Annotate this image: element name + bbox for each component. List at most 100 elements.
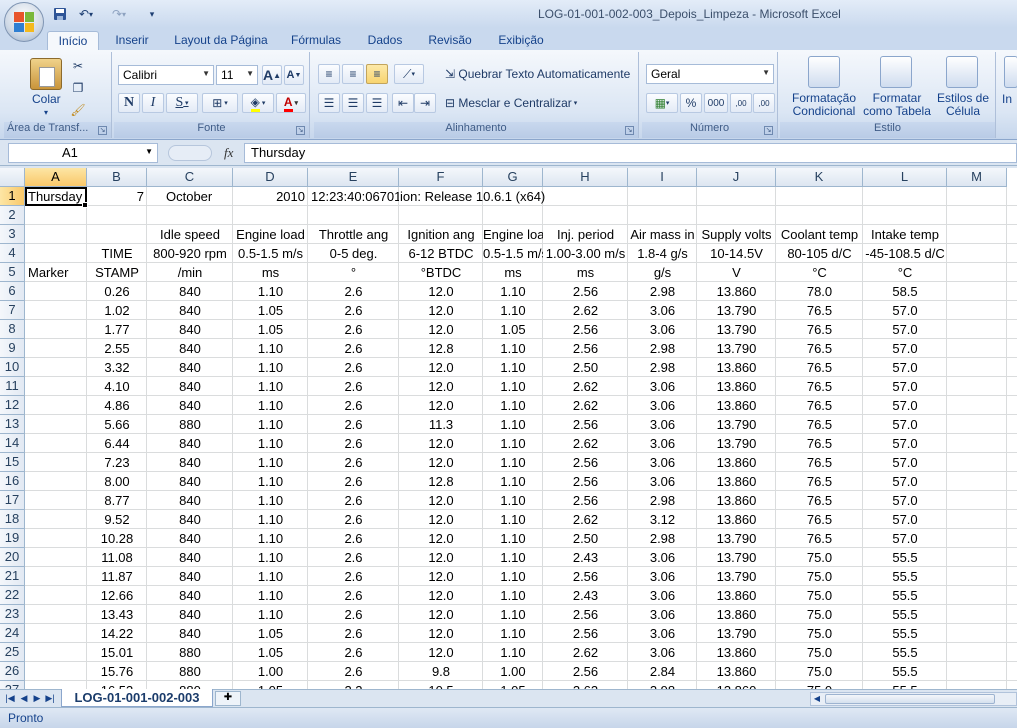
data-cell[interactable]: 1.05 — [233, 320, 308, 339]
cut-icon[interactable]: ✂ — [68, 56, 88, 76]
data-cell[interactable]: 6.44 — [87, 434, 147, 453]
data-cell[interactable]: 55.5 — [863, 548, 947, 567]
data-cell[interactable]: 55.5 — [863, 624, 947, 643]
data-cell[interactable]: 9.8 — [399, 662, 483, 681]
data-cell[interactable]: 12.0 — [399, 453, 483, 472]
data-cell[interactable]: 2.62 — [543, 681, 628, 689]
insert-button[interactable]: In — [1002, 92, 1012, 106]
data-cell[interactable]: 1.02 — [87, 301, 147, 320]
header-cell-a5[interactable]: Marker — [25, 263, 87, 282]
data-cell[interactable]: 1.10 — [233, 510, 308, 529]
data-cell[interactable]: 1.10 — [233, 472, 308, 491]
header-cell-e5[interactable]: ° — [308, 263, 399, 282]
data-cell[interactable]: 3.06 — [628, 567, 697, 586]
row-header-1[interactable]: 1 — [0, 187, 25, 206]
formula-input[interactable]: Thursday — [244, 143, 1017, 163]
tab-layout-da-pagina[interactable]: Layout da Página — [168, 31, 274, 50]
tab-inicio[interactable]: Início — [47, 31, 99, 50]
data-cell[interactable]: 9.52 — [87, 510, 147, 529]
data-cell[interactable]: 57.0 — [863, 510, 947, 529]
data-cell[interactable]: 1.05 — [233, 681, 308, 689]
data-cell[interactable]: 1.10 — [483, 586, 543, 605]
data-cell[interactable]: 57.0 — [863, 491, 947, 510]
data-cell[interactable]: 1.10 — [483, 282, 543, 301]
data-cell[interactable]: 10.5 — [399, 681, 483, 689]
data-cell[interactable]: 1.10 — [233, 282, 308, 301]
row-header-2[interactable]: 2 — [0, 206, 25, 225]
data-cell[interactable]: 1.00 — [483, 662, 543, 681]
insert-icon[interactable] — [1004, 56, 1017, 88]
data-cell[interactable]: 11.3 — [399, 415, 483, 434]
row-header-7[interactable]: 7 — [0, 301, 25, 320]
shrink-font-button[interactable]: A ▼ — [284, 65, 304, 85]
header-cell-d4[interactable]: 0.5-1.5 m/s — [233, 244, 308, 263]
data-cell[interactable]: 13.790 — [697, 434, 776, 453]
data-cell[interactable]: 13.43 — [87, 605, 147, 624]
data-cell[interactable]: 1.10 — [483, 529, 543, 548]
data-cell[interactable]: 57.0 — [863, 396, 947, 415]
align-middle-icon[interactable]: ≡ — [342, 64, 364, 84]
data-cell[interactable]: 8.00 — [87, 472, 147, 491]
formula-expand-handle[interactable] — [168, 145, 212, 161]
data-cell[interactable]: 13.860 — [697, 643, 776, 662]
data-cell[interactable]: 1.10 — [483, 453, 543, 472]
data-cell[interactable]: 57.0 — [863, 339, 947, 358]
data-cell[interactable]: 76.5 — [776, 339, 863, 358]
cell-styles-button[interactable]: Estilos de Célula — [932, 92, 994, 118]
data-cell[interactable]: 12.0 — [399, 491, 483, 510]
data-cell[interactable]: 1.05 — [233, 643, 308, 662]
data-cell[interactable]: 4.10 — [87, 377, 147, 396]
data-cell[interactable]: 55.5 — [863, 662, 947, 681]
format-painter-icon[interactable]: 🖌 — [68, 100, 88, 120]
data-cell[interactable]: 2.98 — [628, 282, 697, 301]
data-cell[interactable]: 76.5 — [776, 491, 863, 510]
data-cell[interactable]: 2.6 — [308, 301, 399, 320]
header-cell-j5[interactable]: V — [697, 263, 776, 282]
data-cell[interactable]: 13.790 — [697, 339, 776, 358]
header-cell-j4[interactable]: 10-14.5V — [697, 244, 776, 263]
data-cell[interactable]: 4.86 — [87, 396, 147, 415]
tab-dados[interactable]: Dados — [362, 31, 408, 50]
data-cell[interactable]: 2.50 — [543, 529, 628, 548]
data-cell[interactable]: 1.77 — [87, 320, 147, 339]
data-cell[interactable]: 76.5 — [776, 358, 863, 377]
header-cell-i3[interactable]: Air mass in — [628, 225, 697, 244]
data-cell[interactable]: 11.08 — [87, 548, 147, 567]
header-cell-b4[interactable]: TIME — [87, 244, 147, 263]
data-cell[interactable]: 2.56 — [543, 472, 628, 491]
row-header-24[interactable]: 24 — [0, 624, 25, 643]
header-cell-e3[interactable]: Throttle ang — [308, 225, 399, 244]
header-cell-k3[interactable]: Coolant temp — [776, 225, 863, 244]
data-cell[interactable]: 75.0 — [776, 643, 863, 662]
data-cell[interactable]: 2.62 — [543, 301, 628, 320]
data-cell[interactable]: 13.860 — [697, 396, 776, 415]
grow-font-button[interactable]: A ▲ — [262, 65, 282, 85]
data-cell[interactable]: 13.790 — [697, 415, 776, 434]
decrease-indent-icon[interactable]: ⇤ — [392, 93, 414, 113]
data-cell[interactable]: 840 — [147, 548, 233, 567]
data-cell[interactable]: 1.10 — [483, 567, 543, 586]
data-cell[interactable]: 12.0 — [399, 586, 483, 605]
header-cell-d5[interactable]: ms — [233, 263, 308, 282]
data-cell[interactable]: 840 — [147, 491, 233, 510]
number-format-combo[interactable]: Geral ▼ — [646, 64, 774, 84]
data-cell[interactable]: 3.06 — [628, 377, 697, 396]
align-center-icon[interactable]: ☰ — [342, 93, 364, 113]
data-cell[interactable]: 2.62 — [543, 434, 628, 453]
data-cell[interactable]: 1.05 — [233, 624, 308, 643]
data-cell[interactable]: 12.0 — [399, 567, 483, 586]
header-cell-f4[interactable]: 6-12 BTDC — [399, 244, 483, 263]
data-cell[interactable]: 840 — [147, 339, 233, 358]
data-cell[interactable]: 76.5 — [776, 301, 863, 320]
data-cell[interactable]: 1.10 — [233, 358, 308, 377]
row-header-25[interactable]: 25 — [0, 643, 25, 662]
data-cell[interactable]: 13.860 — [697, 605, 776, 624]
row-header-23[interactable]: 23 — [0, 605, 25, 624]
column-header-i[interactable]: I — [628, 168, 697, 187]
data-cell[interactable]: 57.0 — [863, 529, 947, 548]
format-as-table-button[interactable]: Formatar como Tabela — [862, 92, 932, 118]
data-cell[interactable]: 2.6 — [308, 605, 399, 624]
borders-button[interactable]: ⊞ ▾ — [202, 93, 238, 113]
undo-icon[interactable]: ↶ ▾ — [72, 5, 100, 23]
data-cell[interactable]: 12.0 — [399, 434, 483, 453]
